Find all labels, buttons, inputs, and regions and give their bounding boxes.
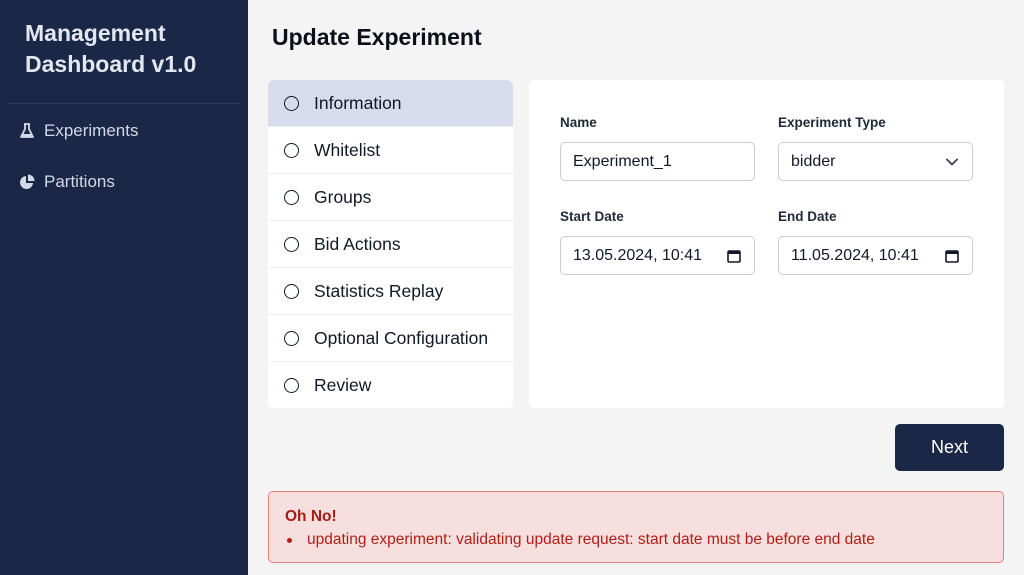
step-label: Optional Configuration [314,327,489,348]
chevron-down-icon [944,154,960,170]
experiment-type-value: bidder [791,152,836,170]
sidebar-item-label: Partitions [44,172,115,191]
information-form: Name Experiment_1 Experiment Type bidder… [529,80,1004,408]
radio-icon [284,95,299,111]
radio-icon [284,283,299,299]
start-date-input[interactable]: 13.05.2024, 10:41 [560,236,755,275]
alert-title: Oh No! [285,508,337,525]
step-optional-configuration[interactable]: Optional Configuration [268,315,513,362]
calendar-icon[interactable] [726,248,742,264]
start-date-label: Start Date [560,209,624,224]
calendar-icon[interactable] [944,248,960,264]
end-date-value: 11.05.2024, 10:41 [791,246,919,264]
radio-icon [284,236,299,252]
name-label: Name [560,115,597,130]
experiment-type-select[interactable]: bidder [778,142,973,181]
start-date-value: 13.05.2024, 10:41 [573,246,703,264]
sidebar-item-label: Experiments [44,121,139,140]
step-label: Groups [314,186,372,207]
sidebar-divider [6,103,240,104]
step-label: Statistics Replay [314,280,444,301]
radio-icon [284,330,299,346]
bullet-icon [287,537,292,543]
step-information[interactable]: Information [268,80,513,127]
alert-message: updating experiment: validating update r… [307,531,875,548]
sidebar-item-partitions[interactable]: Partitions [18,169,115,195]
sidebar: Management Dashboard v1.0 Experiments Pa… [0,0,248,575]
step-review[interactable]: Review [268,362,513,408]
step-label: Review [314,375,372,395]
pie-chart-icon [18,173,36,191]
page-title: Update Experiment [272,24,482,50]
radio-icon [284,378,299,393]
end-date-label: End Date [778,209,837,224]
brand-title: Management Dashboard v1.0 [25,20,197,77]
step-statistics-replay[interactable]: Statistics Replay [268,268,513,315]
next-button[interactable]: Next [895,424,1004,471]
step-label: Information [314,92,402,113]
experiment-type-label: Experiment Type [778,115,886,130]
flask-icon [18,122,36,140]
step-whitelist[interactable]: Whitelist [268,127,513,174]
step-label: Bid Actions [314,233,401,254]
radio-icon [284,142,299,158]
step-list: Information Whitelist Groups Bid Actions… [268,80,513,408]
alert-message-item: updating experiment: validating update r… [285,531,875,549]
radio-icon [284,189,299,205]
step-label: Whitelist [314,139,381,160]
end-date-input[interactable]: 11.05.2024, 10:41 [778,236,973,275]
name-input[interactable]: Experiment_1 [560,142,755,181]
name-value: Experiment_1 [573,152,672,170]
step-bid-actions[interactable]: Bid Actions [268,221,513,268]
step-groups[interactable]: Groups [268,174,513,221]
sidebar-item-experiments[interactable]: Experiments [18,118,138,144]
error-alert: Oh No! updating experiment: validating u… [268,491,1004,563]
